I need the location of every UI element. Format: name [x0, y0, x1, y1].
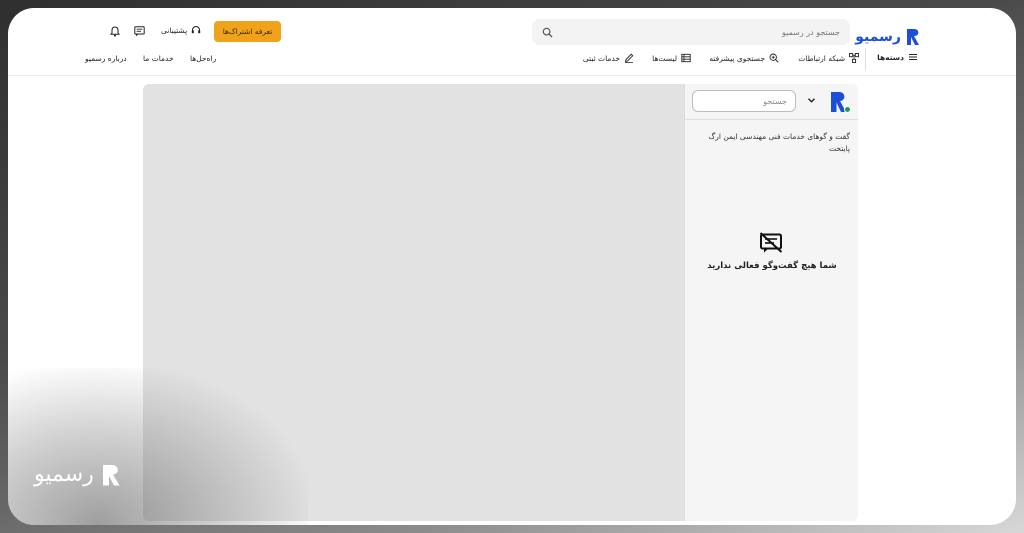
- brand-logo[interactable]: رسمیو: [855, 28, 921, 46]
- nav-item-lists[interactable]: لیست‌ها: [652, 53, 691, 63]
- notification-bell-icon[interactable]: [110, 26, 120, 37]
- pen-icon: [624, 53, 634, 63]
- nav-item-registration-services[interactable]: خدمات ثبتی: [583, 53, 634, 63]
- categories-menu-button[interactable]: دسته‌ها: [877, 52, 918, 62]
- chat-group-title: گفت و گوهای خدمات فنی مهندسی ایمن ارگ پا…: [708, 132, 850, 153]
- watermark-text: رسمیو: [34, 462, 94, 487]
- header-divider: [8, 75, 1016, 76]
- headset-icon: [192, 26, 201, 34]
- nav-item-lists-label: لیست‌ها: [652, 53, 677, 63]
- list-icon: [681, 53, 691, 63]
- nav-link-about[interactable]: درباره رسمیو: [85, 54, 127, 63]
- watermark-logo-icon: [102, 464, 120, 485]
- nav-item-advanced-search[interactable]: جستجوی پیشرفته: [709, 53, 779, 63]
- online-status-dot: [844, 106, 851, 113]
- chat-sidebar: جستجو گفت و گوهای خدمات فنی مهندسی ایمن …: [684, 84, 858, 521]
- chat-conversation-pane[interactable]: [143, 84, 684, 521]
- site-search-input[interactable]: جستجو در رسمیو: [532, 19, 850, 45]
- categories-label: دسته‌ها: [877, 52, 904, 62]
- support-button[interactable]: پشتیبانی: [161, 25, 201, 35]
- nav-link-solutions[interactable]: راه‌حل‌ها: [190, 54, 216, 63]
- pricing-button[interactable]: تعرفه اشتراک‌ها: [214, 21, 281, 42]
- chat-container: جستجو گفت و گوهای خدمات فنی مهندسی ایمن …: [143, 84, 858, 521]
- watermark-logo: رسمیو: [34, 462, 122, 487]
- chat-search-input[interactable]: جستجو: [692, 90, 796, 112]
- sidebar-header-divider: [685, 119, 858, 120]
- nav-item-network[interactable]: شبکه ارتباطات: [798, 53, 859, 63]
- messages-icon[interactable]: [134, 26, 145, 37]
- no-messages-icon: [759, 232, 783, 253]
- zoom-search-icon: [769, 53, 779, 63]
- app-window: رسمیو جستجو در رسمیو تعرفه اشتراک‌ها پشت…: [8, 8, 1016, 525]
- brand-name: رسمیو: [855, 29, 901, 45]
- nav-link-our-services[interactable]: خدمات ما: [143, 54, 174, 63]
- nav-divider: [865, 48, 866, 70]
- network-icon: [849, 53, 859, 63]
- support-label: پشتیبانی: [161, 25, 188, 35]
- chevron-down-icon[interactable]: [807, 97, 816, 104]
- search-placeholder: جستجو در رسمیو: [781, 27, 840, 37]
- nav-item-network-label: شبکه ارتباطات: [798, 53, 845, 63]
- nav-item-registration-services-label: خدمات ثبتی: [582, 53, 620, 63]
- chat-search-placeholder: جستجو: [763, 96, 787, 106]
- empty-conversations-message: شما هیچ گفت‌وگو فعالی ندارید: [707, 261, 837, 271]
- hamburger-menu-icon: [909, 53, 917, 61]
- pricing-button-label: تعرفه اشتراک‌ها: [222, 27, 273, 36]
- search-icon: [542, 27, 553, 38]
- nav-item-advanced-search-label: جستجوی پیشرفته: [709, 53, 765, 63]
- brand-logo-icon: [907, 29, 919, 45]
